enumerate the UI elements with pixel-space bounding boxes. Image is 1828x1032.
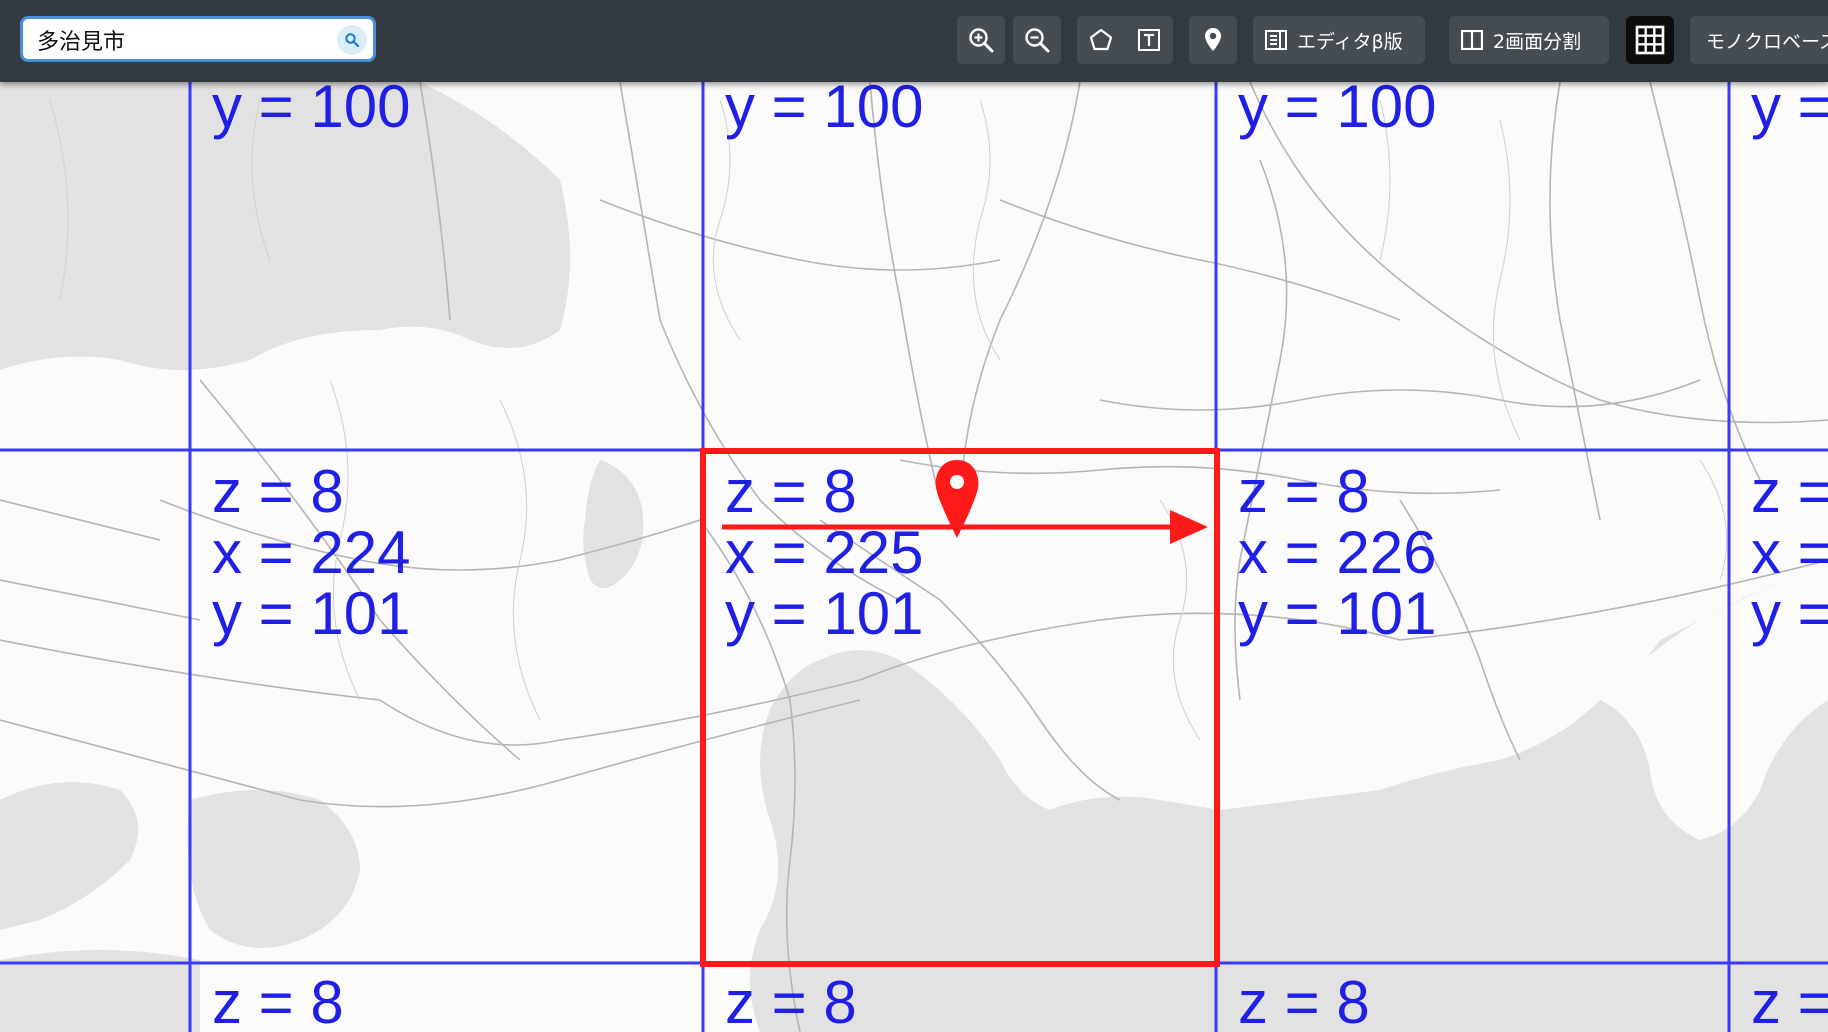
top-toolbar: エディタβ版 2画面分割 モノクロベース <box>0 0 1828 82</box>
tile-grid-toggle[interactable] <box>1626 16 1674 64</box>
map-base-layer <box>0 81 1828 1032</box>
text-icon <box>1138 29 1160 51</box>
zoom-out-button[interactable] <box>1013 16 1061 64</box>
sea-west <box>0 782 138 930</box>
osaka-bay <box>187 790 360 948</box>
water-areas <box>0 82 1828 1032</box>
ise-bay <box>750 650 1220 1032</box>
map-canvas[interactable]: y = 100 y = 100 y = 100 y = z = 8 x = 22… <box>0 0 1828 1032</box>
add-marker-button[interactable] <box>1189 16 1237 64</box>
search-icon <box>345 33 360 48</box>
map-pin-icon <box>1205 28 1221 51</box>
zoom-out-icon <box>1025 28 1050 53</box>
base-map-label: モノクロベース <box>1706 30 1828 53</box>
polygon-icon <box>1089 28 1113 51</box>
pin-hole <box>950 475 964 489</box>
add-text-button[interactable] <box>1125 16 1173 64</box>
split-screen-button[interactable]: 2画面分割 <box>1449 16 1609 64</box>
search-box <box>20 16 376 62</box>
split-screen-icon <box>1461 30 1483 50</box>
map-viewer-app: y = 100 y = 100 y = 100 y = z = 8 x = 22… <box>0 0 1828 1032</box>
editor-icon <box>1265 30 1287 50</box>
search-input[interactable] <box>37 25 317 55</box>
editor-beta-label: エディタβ版 <box>1297 30 1403 53</box>
draw-polygon-button[interactable] <box>1077 16 1125 64</box>
split-screen-label: 2画面分割 <box>1493 30 1582 53</box>
sea-northwest <box>0 82 570 370</box>
arrow-head <box>1170 510 1208 544</box>
search-button[interactable] <box>337 25 367 55</box>
editor-beta-button[interactable]: エディタβ版 <box>1253 16 1425 64</box>
lake-biwa <box>583 460 644 588</box>
base-map-select-button[interactable]: モノクロベース <box>1690 16 1828 64</box>
draw-tools-group <box>1077 16 1173 64</box>
grid-icon <box>1635 25 1665 55</box>
zoom-in-button[interactable] <box>957 16 1005 64</box>
zoom-in-icon <box>969 28 994 53</box>
